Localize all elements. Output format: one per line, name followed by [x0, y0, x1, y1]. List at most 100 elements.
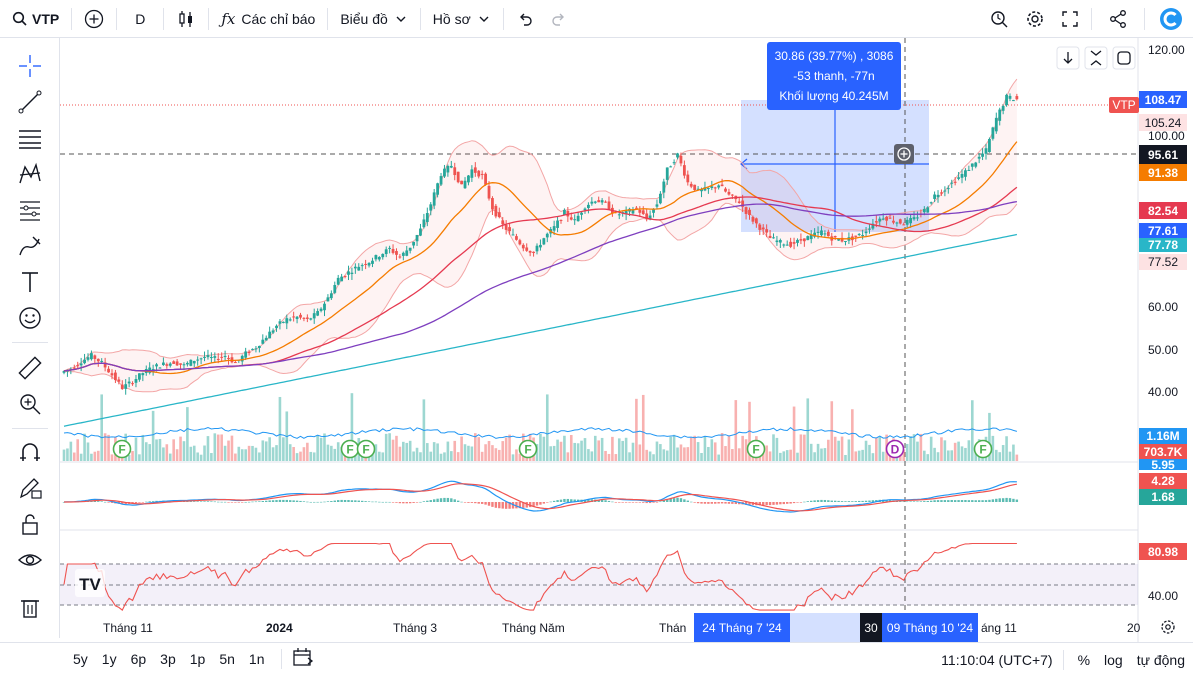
candle-body [395, 251, 398, 255]
stay-drawing-tool[interactable] [14, 472, 46, 504]
volume-bar [775, 437, 779, 461]
auto-toggle[interactable]: tự động [1137, 652, 1185, 668]
percent-toggle[interactable]: % [1078, 652, 1090, 668]
gear-icon [1027, 11, 1043, 27]
quick-search-button[interactable] [981, 0, 1017, 38]
chart-area[interactable]: FFFFFDF 30.86 (39.77%) , 3086 -53 thanh,… [60, 38, 1193, 642]
crosshair-add-button[interactable] [894, 144, 914, 164]
compare-button[interactable] [76, 0, 112, 38]
candle-body [895, 222, 899, 224]
candle-body [501, 220, 505, 225]
magnet-tool[interactable] [14, 436, 46, 468]
brush-tool[interactable] [14, 230, 46, 262]
symbol-search[interactable]: VTP [0, 0, 67, 38]
text-tool[interactable] [14, 266, 46, 298]
chart-type-label: Biểu đồ [340, 10, 388, 27]
volume-bar [875, 437, 878, 461]
volume-bar [271, 447, 275, 461]
macd-histogram-bar [295, 500, 299, 502]
tradingview-logo[interactable]: TV [75, 569, 105, 597]
volume-bar [624, 437, 628, 461]
chart-canvas[interactable]: FFFFFDF 30.86 (39.77%) , 3086 -53 thanh,… [60, 38, 1193, 642]
goto-date-button[interactable] [292, 647, 314, 672]
hide-drawings-tool[interactable] [14, 544, 46, 576]
settings-button[interactable] [1017, 0, 1053, 38]
macd-histogram-bar [477, 502, 480, 504]
crosshair-price-label: 95.61 [1148, 148, 1178, 162]
event-marker[interactable]: D [885, 439, 905, 459]
prediction-tool[interactable] [14, 194, 46, 226]
redo-button[interactable] [542, 0, 576, 38]
fullscreen-button[interactable] [1053, 0, 1087, 38]
crosshair-date-label: 30 [864, 621, 878, 635]
volume-bar [806, 398, 810, 461]
divider [419, 7, 421, 30]
range-6m[interactable]: 6p [124, 651, 154, 667]
candle-body [96, 358, 100, 362]
divider [116, 7, 118, 30]
volume-bar [326, 444, 330, 461]
chart-type-menu[interactable]: Biểu đồ [332, 0, 415, 38]
range-5d[interactable]: 5n [212, 651, 242, 667]
brush-icon [19, 236, 41, 256]
profile-menu[interactable]: Hồ sơ [425, 0, 499, 38]
indicators-button[interactable]: ƒx Các chỉ báo [213, 0, 323, 38]
volume-bar [837, 440, 840, 461]
volume-bar [192, 445, 196, 461]
macd-histogram-bar [923, 501, 926, 502]
share-button[interactable] [1096, 0, 1140, 38]
pattern-tool[interactable] [14, 158, 46, 190]
macd-histogram-bar [851, 501, 854, 502]
macd-histogram-bar [676, 497, 679, 502]
log-toggle[interactable]: log [1104, 652, 1123, 668]
macd-histogram-bar [354, 500, 357, 502]
maximize-pane-button[interactable] [1112, 46, 1136, 70]
candle-body [388, 247, 392, 249]
macd-histogram-bar [480, 502, 484, 504]
range-1y[interactable]: 1y [95, 651, 124, 667]
interval-button[interactable]: D [121, 0, 159, 38]
volume-bar [336, 442, 340, 461]
crosshair-tool[interactable] [14, 50, 46, 82]
volume-bar [405, 442, 409, 461]
candle-body [134, 379, 138, 383]
range-1m[interactable]: 1p [183, 651, 213, 667]
volume-bar [641, 394, 645, 461]
event-marker[interactable]: F [356, 439, 376, 459]
undo-button[interactable] [508, 0, 542, 38]
macd-histogram-bar [919, 501, 923, 502]
range-3m[interactable]: 3p [153, 651, 183, 667]
event-marker[interactable]: F [112, 439, 132, 459]
candle-body [751, 216, 755, 222]
range-1d[interactable]: 1n [242, 651, 272, 667]
event-marker[interactable]: F [340, 439, 360, 459]
macd-histogram-bar [724, 502, 727, 504]
fib-tool[interactable] [14, 122, 46, 154]
candle-body [353, 266, 357, 269]
volume-bar [511, 454, 515, 461]
volume-bar [83, 433, 86, 461]
collapse-pane-button[interactable] [1084, 46, 1108, 70]
remove-drawings-tool[interactable] [14, 592, 46, 624]
candle-body [532, 251, 535, 254]
lock-drawings-tool[interactable] [14, 508, 46, 540]
range-5y[interactable]: 5y [66, 651, 95, 667]
volume-bar [648, 451, 652, 461]
trendline-tool[interactable] [14, 86, 46, 118]
volume-bar [957, 441, 960, 461]
candle-body [251, 348, 254, 350]
event-marker[interactable]: F [518, 439, 538, 459]
icon-tool[interactable] [14, 302, 46, 334]
macd-histogram-bar [995, 498, 998, 502]
clock-label[interactable]: 11:10:04 (UTC+7) [941, 652, 1052, 668]
ruler-tool[interactable] [14, 352, 46, 384]
zoom-tool[interactable] [14, 388, 46, 420]
macd-histogram-bar [1015, 499, 1019, 502]
candle-body [518, 240, 522, 245]
event-marker[interactable]: F [746, 439, 766, 459]
macd-histogram-bar [271, 500, 275, 502]
candle-body [1005, 94, 1008, 106]
brand-logo[interactable] [1149, 0, 1193, 38]
chart-style-button[interactable] [168, 0, 204, 38]
event-marker[interactable]: F [973, 439, 993, 459]
